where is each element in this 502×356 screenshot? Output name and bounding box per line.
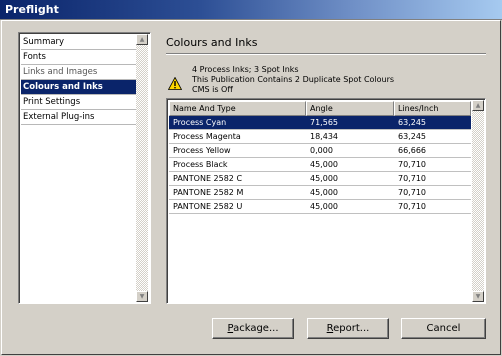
section-divider [166, 53, 486, 55]
lines-per-inch-cell: 63,245 [398, 132, 426, 141]
angle-cell: 45,000 [310, 188, 338, 197]
scroll-down-arrow-icon[interactable]: ▼ [472, 291, 484, 302]
sidebar-item-external-plug-ins[interactable]: External Plug-ins [21, 110, 137, 125]
lines-per-inch-cell: 63,245 [398, 118, 426, 127]
column-header-lines[interactable]: Lines/Inch [394, 101, 471, 116]
sidebar-item-colours-and-inks[interactable]: Colours and Inks [21, 80, 137, 95]
summary-line-cms: CMS is Off [192, 85, 233, 94]
table-row[interactable]: Process Black 45,000 70,710 [169, 158, 471, 172]
package-button[interactable]: Package... [212, 318, 294, 339]
table-row[interactable]: PANTONE 2582 M 45,000 70,710 [169, 186, 471, 200]
scroll-up-arrow-icon[interactable]: ▲ [472, 100, 484, 111]
table-body: Process Cyan 71,565 63,245 Process Magenta 1… [169, 116, 471, 214]
angle-cell: 71,565 [310, 118, 338, 127]
ink-name-cell: PANTONE 2582 M [173, 188, 244, 197]
table-row[interactable]: Process Magenta 18,434 63,245 [169, 130, 471, 144]
report-label: eport... [333, 323, 370, 334]
scroll-up-arrow-icon[interactable]: ▲ [136, 34, 148, 45]
warning-triangle-icon [168, 77, 182, 90]
angle-cell: 45,000 [310, 160, 338, 169]
sidebar-item-print-settings[interactable]: Print Settings [21, 95, 137, 110]
lines-per-inch-cell: 70,710 [398, 160, 426, 169]
sidebar-item-fonts[interactable]: Fonts [21, 50, 137, 65]
lines-per-inch-cell: 70,710 [398, 188, 426, 197]
ink-name-cell: PANTONE 2582 U [173, 202, 243, 211]
sidebar-scrollbar[interactable]: ▲ ▼ [136, 34, 148, 302]
summary-line-duplicates: This Publication Contains 2 Duplicate Sp… [192, 75, 395, 84]
cancel-button[interactable]: Cancel [401, 318, 486, 339]
column-header-angle[interactable]: Angle [306, 101, 394, 116]
angle-cell: 0,000 [310, 146, 333, 155]
ink-name-cell: Process Yellow [173, 146, 231, 155]
ink-name-cell: Process Magenta [173, 132, 241, 141]
report-button[interactable]: Report... [307, 318, 389, 339]
scroll-down-arrow-icon[interactable]: ▼ [136, 291, 148, 302]
table-scrollbar[interactable]: ▲ ▼ [472, 100, 484, 302]
angle-cell: 45,000 [310, 174, 338, 183]
angle-cell: 18,434 [310, 132, 338, 141]
ink-name-cell: PANTONE 2582 C [173, 174, 243, 183]
package-label: ackage... [233, 323, 279, 334]
table-row[interactable]: Process Cyan 71,565 63,245 [169, 116, 471, 130]
sidebar-item-links-and-images[interactable]: Links and Images [21, 65, 137, 80]
sidebar-list: Summary Fonts Links and Images Colours and … [18, 32, 151, 304]
ink-name-cell: Process Black [173, 160, 228, 169]
table-row[interactable]: Process Yellow 0,000 66,666 [169, 144, 471, 158]
summary-line-inks: 4 Process Inks; 3 Spot Inks [192, 65, 299, 74]
lines-per-inch-cell: 70,710 [398, 202, 426, 211]
lines-per-inch-cell: 66,666 [398, 146, 426, 155]
section-title: Colours and Inks [166, 36, 258, 49]
title-bar[interactable]: Preflight [0, 0, 502, 20]
inks-table: Name And Type Angle Lines/Inch Process C… [166, 98, 486, 304]
table-header: Name And Type Angle Lines/Inch [169, 101, 471, 116]
column-header-name[interactable]: Name And Type [169, 101, 306, 116]
lines-per-inch-cell: 70,710 [398, 174, 426, 183]
ink-summary: 4 Process Inks; 3 Spot Inks This Publica… [192, 65, 394, 95]
ink-name-cell: Process Cyan [173, 118, 227, 127]
sidebar-item-summary[interactable]: Summary [21, 35, 137, 50]
table-row[interactable]: PANTONE 2582 C 45,000 70,710 [169, 172, 471, 186]
window-title: Preflight [5, 3, 59, 16]
table-row[interactable]: PANTONE 2582 U 45,000 70,710 [169, 200, 471, 214]
angle-cell: 45,000 [310, 202, 338, 211]
